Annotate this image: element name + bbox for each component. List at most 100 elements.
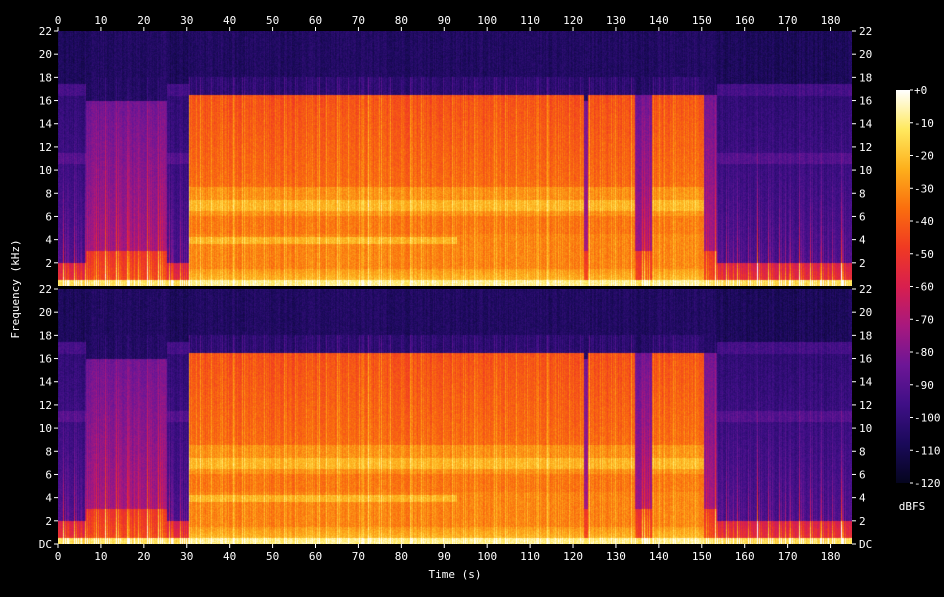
y-tick-label-right-ch1: 2 [859, 257, 866, 270]
spectrogram-view: +0 -10 -20 -30 -40 -50 -60 -70 -80 -90 -100 -110 -12… [0, 0, 944, 593]
x-tick-label-top: 160 [735, 14, 755, 27]
y-tick-label-left-ch1: 22 [39, 25, 52, 38]
y-tick-label-left-ch1: 2 [45, 257, 52, 270]
y-tick-label-left-ch2: 4 [45, 492, 52, 505]
x-tick-label-bottom: 80 [395, 550, 408, 563]
y-tick-label-left-ch2: DC [39, 538, 52, 551]
y-tick-label-left-ch2: 16 [39, 353, 52, 366]
y-tick-label-left-ch2: 10 [39, 422, 52, 435]
colorbar-tick-label: -120 [914, 477, 941, 490]
x-tick-label-bottom: 10 [94, 550, 107, 563]
x-tick-label-bottom: 130 [606, 550, 626, 563]
y-tick-label-right-ch1: 14 [859, 118, 873, 131]
y-tick-label-left-ch1: 16 [39, 95, 52, 108]
x-tick-label-top: 80 [395, 14, 408, 27]
y-tick-label-right-ch2: 14 [859, 376, 873, 389]
y-tick-label-right-ch2: 18 [859, 329, 872, 342]
x-tick-label-bottom: 70 [352, 550, 365, 563]
y-tick-label-right-ch2: DC [859, 538, 872, 551]
x-tick-label-top: 60 [309, 14, 322, 27]
colorbar-tick-label: -70 [914, 313, 934, 326]
x-tick-label-bottom: 60 [309, 550, 322, 563]
y-axis-title: Frequency (kHz) [9, 239, 22, 338]
y-tick-label-left-ch1: 10 [39, 164, 52, 177]
y-tick-label-right-ch2: 16 [859, 353, 872, 366]
y-tick-label-right-ch1: 22 [859, 25, 872, 38]
y-tick-label-right-ch2: 2 [859, 515, 866, 528]
x-tick-label-bottom: 100 [477, 550, 497, 563]
colorbar-title: dBFS [899, 500, 926, 513]
y-tick-label-left-ch1: 20 [39, 48, 52, 61]
colorbar-tick-label: -110 [914, 444, 941, 457]
x-tick-label-top: 140 [649, 14, 669, 27]
colorbar-tick-label: -80 [914, 346, 934, 359]
x-tick-label-top: 90 [438, 14, 451, 27]
x-tick-label-bottom: 120 [563, 550, 583, 563]
y-tick-label-right-ch1: 10 [859, 164, 872, 177]
colorbar-tick-label: +0 [914, 84, 927, 97]
colorbar-tick-label: -20 [914, 150, 934, 163]
spectrogram-channel-1 [58, 31, 852, 286]
y-tick-label-left-ch2: 2 [45, 515, 52, 528]
x-tick-label-top: 40 [223, 14, 236, 27]
colorbar-tick-label: -100 [914, 412, 941, 425]
x-tick-label-top: 120 [563, 14, 583, 27]
y-tick-label-right-ch2: 12 [859, 399, 872, 412]
y-tick-label-left-ch2: 22 [39, 283, 52, 296]
y-tick-label-right-ch1: 20 [859, 48, 872, 61]
x-tick-label-top: 20 [137, 14, 150, 27]
x-tick-label-bottom: 0 [55, 550, 62, 563]
y-tick-label-right-ch1: 6 [859, 210, 866, 223]
colorbar-tick-label: -40 [914, 215, 934, 228]
x-tick-label-bottom: 140 [649, 550, 669, 563]
y-tick-label-right-ch1: 18 [859, 71, 872, 84]
spectrogram-channel-2 [58, 289, 852, 544]
y-tick-label-right-ch2: 6 [859, 468, 866, 481]
y-tick-label-right-ch1: 8 [859, 187, 866, 200]
x-tick-label-bottom: 170 [778, 550, 798, 563]
colorbar-tick-label: -10 [914, 117, 934, 130]
x-tick-label-top: 130 [606, 14, 626, 27]
y-tick-label-right-ch2: 20 [859, 306, 872, 319]
y-tick-label-left-ch1: 4 [45, 234, 52, 247]
y-tick-label-left-ch2: 18 [39, 329, 52, 342]
x-tick-label-bottom: 150 [692, 550, 712, 563]
colorbar-tick-label: -50 [914, 248, 934, 261]
x-tick-label-bottom: 180 [821, 550, 841, 563]
y-tick-label-right-ch2: 22 [859, 283, 872, 296]
x-axis-title: Time (s) [429, 568, 482, 581]
spectrogram-chart: +0 -10 -20 -30 -40 -50 -60 -70 -80 -90 -100 -110 -12… [9, 14, 941, 581]
x-tick-label-bottom: 40 [223, 550, 236, 563]
y-tick-label-left-ch1: 14 [39, 118, 53, 131]
colorbar [896, 90, 910, 483]
x-tick-label-bottom: 20 [137, 550, 150, 563]
y-tick-label-left-ch2: 14 [39, 376, 53, 389]
y-tick-label-left-ch1: 12 [39, 141, 52, 154]
x-tick-label-top: 100 [477, 14, 497, 27]
y-tick-label-left-ch2: 8 [45, 445, 52, 458]
colorbar-tick-label: -90 [914, 379, 934, 392]
y-tick-label-left-ch1: 8 [45, 187, 52, 200]
y-tick-label-right-ch1: 4 [859, 234, 866, 247]
x-tick-label-top: 50 [266, 14, 279, 27]
y-tick-label-left-ch1: 6 [45, 210, 52, 223]
colorbar-tick-label: -30 [914, 182, 934, 195]
y-tick-label-left-ch1: 18 [39, 71, 52, 84]
x-tick-label-top: 70 [352, 14, 365, 27]
x-tick-label-bottom: 110 [520, 550, 540, 563]
x-tick-label-top: 10 [94, 14, 107, 27]
y-tick-label-left-ch2: 6 [45, 468, 52, 481]
x-tick-label-top: 0 [55, 14, 62, 27]
y-tick-label-right-ch2: 8 [859, 445, 866, 458]
colorbar-tick-label: -60 [914, 281, 934, 294]
y-tick-label-right-ch2: 10 [859, 422, 872, 435]
y-tick-label-left-ch2: 20 [39, 306, 52, 319]
x-tick-label-bottom: 30 [180, 550, 193, 563]
x-tick-label-top: 170 [778, 14, 798, 27]
x-tick-label-bottom: 90 [438, 550, 451, 563]
y-tick-label-left-ch2: 12 [39, 399, 52, 412]
x-tick-label-top: 180 [821, 14, 841, 27]
y-tick-label-right-ch1: 12 [859, 141, 872, 154]
x-tick-label-bottom: 50 [266, 550, 279, 563]
y-tick-label-right-ch2: 4 [859, 492, 866, 505]
